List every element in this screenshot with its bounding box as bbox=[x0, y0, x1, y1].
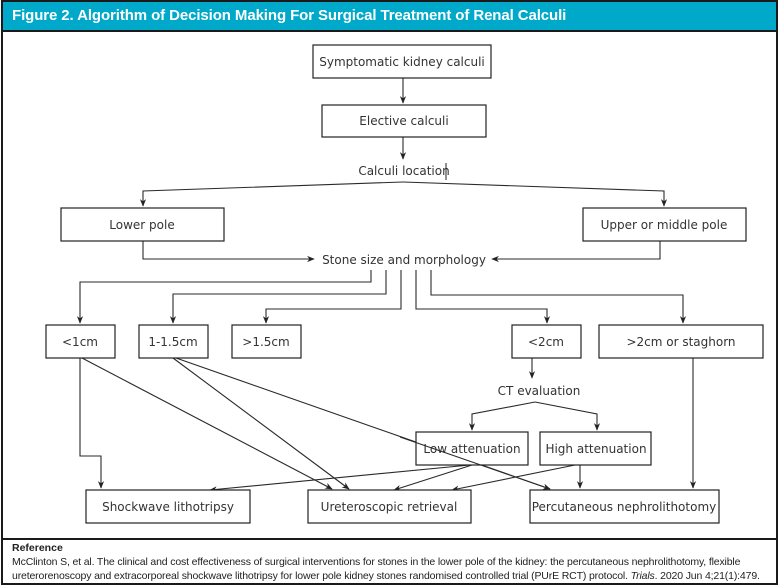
node-gt1_5cm: >1.5cm bbox=[231, 324, 302, 359]
node-1to1_5cm: 1-1.5cm bbox=[138, 324, 209, 359]
node-lt1cm-label: <1cm bbox=[62, 335, 98, 349]
node-high-attenuation: High attenuation bbox=[539, 431, 652, 466]
edge-stonesize-lt1cm bbox=[76, 270, 372, 324]
reference-journal: Trials bbox=[630, 570, 655, 582]
edge-low-swl bbox=[209, 464, 471, 493]
reference-citation: McClinton S, et al. The clinical and cos… bbox=[12, 555, 772, 583]
edge-stonesize-1to1_5cm bbox=[169, 270, 387, 324]
node-lt2cm-label: <2cm bbox=[528, 335, 564, 349]
node-1to1_5cm-label: 1-1.5cm bbox=[148, 335, 197, 349]
reference-heading: Reference bbox=[12, 542, 63, 554]
node-gt2cm-staghorn: >2cm or staghorn bbox=[598, 324, 764, 359]
node-shockwave-lithotripsy: Shockwave lithotripsy bbox=[85, 489, 251, 524]
node-high-attenuation-label: High attenuation bbox=[545, 442, 646, 456]
node-lower-pole: Lower pole bbox=[60, 207, 225, 242]
node-upper-middle-pole-label: Upper or middle pole bbox=[601, 218, 728, 232]
node-percutaneous-nephrolithotomy: Percutaneous nephrolithotomy bbox=[529, 489, 720, 524]
node-elective: Elective calculi bbox=[321, 104, 487, 138]
edge-location-upper bbox=[402, 181, 668, 207]
node-lt2cm: <2cm bbox=[511, 324, 582, 359]
node-calculi-location: Calculi location bbox=[358, 164, 449, 178]
node-symptomatic: Symptomatic kidney calculi bbox=[312, 44, 492, 79]
node-lt1cm: <1cm bbox=[45, 324, 116, 359]
node-ct-evaluation: CT evaluation bbox=[498, 384, 581, 398]
edges bbox=[76, 78, 697, 493]
edge-ct-low bbox=[468, 401, 536, 431]
edge-1to1_5cm-urs bbox=[172, 357, 350, 490]
node-ureteroscopic-retrieval: Ureteroscopic retrieval bbox=[307, 489, 472, 524]
reference-text-after: . 2020 Jun 4;21(1):479. bbox=[654, 570, 760, 582]
edge-lt1cm-urs bbox=[81, 357, 333, 490]
edge-location-lower bbox=[139, 181, 404, 207]
node-elective-label: Elective calculi bbox=[359, 114, 448, 128]
node-percutaneous-nephrolithotomy-label: Percutaneous nephrolithotomy bbox=[532, 500, 717, 514]
edge-high-urs bbox=[451, 464, 576, 492]
edge-stonesize-lt2cm bbox=[415, 270, 551, 324]
flowchart: Symptomatic kidney calculi Elective calc… bbox=[45, 44, 764, 524]
edge-lower-stonesize bbox=[142, 241, 315, 263]
node-ureteroscopic-retrieval-label: Ureteroscopic retrieval bbox=[321, 500, 458, 514]
node-gt2cm-staghorn-label: >2cm or staghorn bbox=[626, 335, 735, 349]
edge-upper-stonesize bbox=[491, 241, 661, 263]
edge-stonesize-gt2cm bbox=[430, 270, 687, 324]
edge-ct-high bbox=[534, 401, 601, 431]
node-low-attenuation-label: Low attenuation bbox=[423, 442, 520, 456]
node-lower-pole-label: Lower pole bbox=[109, 218, 174, 232]
node-symptomatic-label: Symptomatic kidney calculi bbox=[319, 55, 485, 69]
node-stone-size: Stone size and morphology bbox=[322, 253, 486, 267]
node-upper-middle-pole: Upper or middle pole bbox=[582, 207, 747, 242]
node-gt1_5cm-label: >1.5cm bbox=[242, 335, 289, 349]
edge-stonesize-gt1_5cm bbox=[262, 270, 402, 324]
reference-divider bbox=[1, 538, 778, 540]
edge-lt1cm-swl bbox=[79, 358, 105, 489]
node-shockwave-lithotripsy-label: Shockwave lithotripsy bbox=[102, 500, 234, 514]
